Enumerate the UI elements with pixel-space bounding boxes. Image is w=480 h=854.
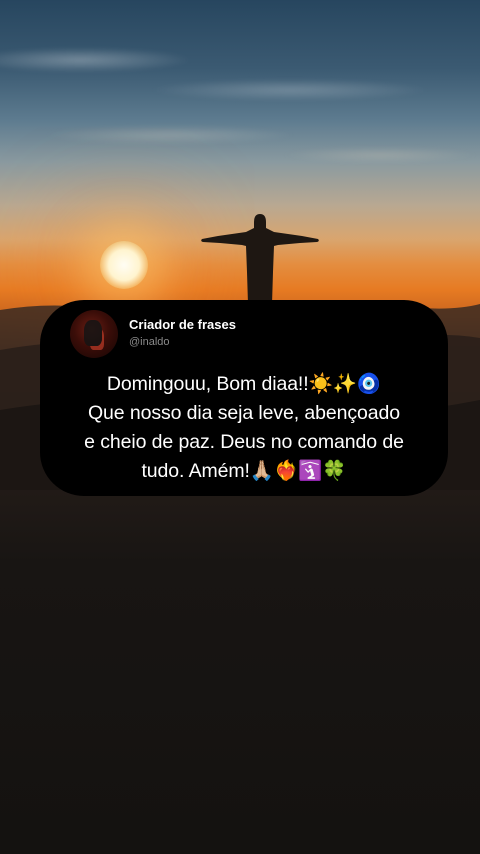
message-line: tudo. Amém!🙏🏼❤️‍🔥🛐🍀 <box>141 460 347 482</box>
author-name[interactable]: Criador de frases <box>129 317 236 332</box>
sun-icon <box>100 241 148 289</box>
clouds <box>0 20 480 170</box>
avatar[interactable] <box>70 310 118 358</box>
message-line: Domingouu, Bom diaa!!☀️✨🧿 <box>106 373 382 395</box>
message-line: e cheio de paz. Deus no comando de <box>84 431 404 453</box>
quote-card: Criador de frases @inaldo Domingouu, Bom… <box>40 300 448 496</box>
quote-message: Domingouu, Bom diaa!!☀️✨🧿 Que nosso dia … <box>62 370 426 486</box>
message-line: Que nosso dia seja leve, abençoado <box>87 402 401 424</box>
author-handle[interactable]: @inaldo <box>129 336 170 348</box>
